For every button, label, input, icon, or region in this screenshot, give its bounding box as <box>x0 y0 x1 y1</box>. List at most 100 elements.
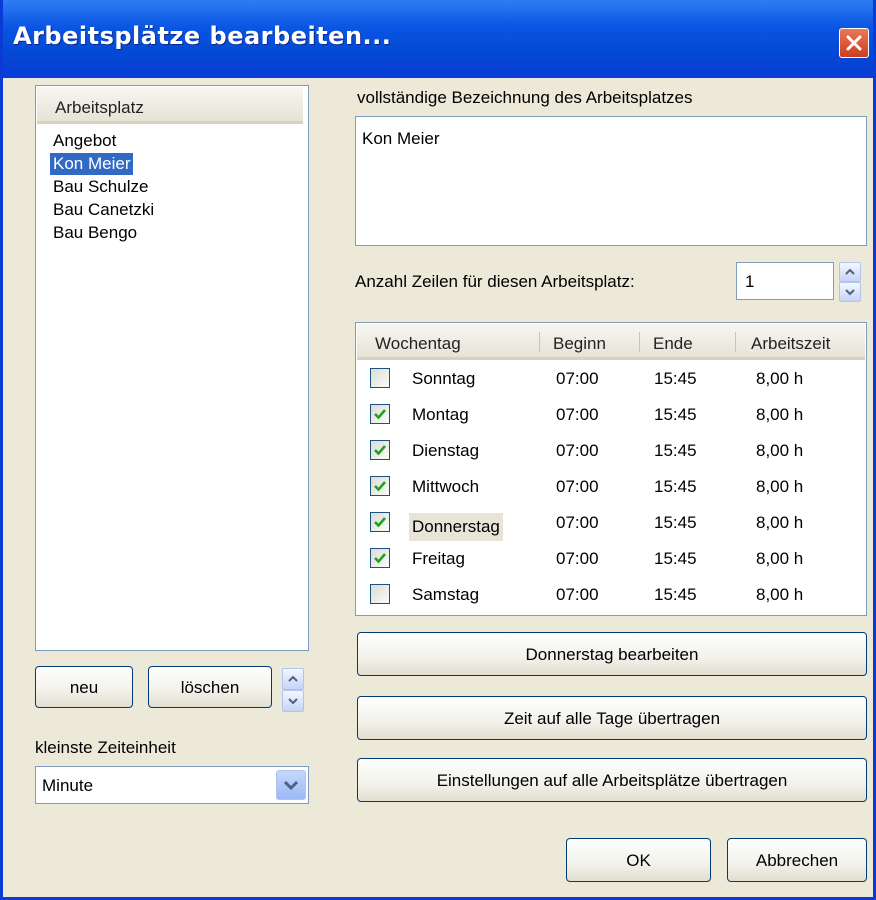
day-name: Freitag <box>412 549 465 568</box>
table-row[interactable]: Freitag 07:00 15:45 8,00 h <box>356 541 866 577</box>
end-time: 15:45 <box>654 513 697 532</box>
rows-increment-button[interactable] <box>839 262 861 282</box>
edit-day-button[interactable]: Donnerstag bearbeiten <box>357 632 867 676</box>
checkmark-icon <box>374 409 386 420</box>
table-row[interactable]: Dienstag 07:00 15:45 8,00 h <box>356 433 866 469</box>
day-checkbox[interactable] <box>370 584 390 604</box>
day-checkbox[interactable] <box>370 440 390 460</box>
close-button[interactable] <box>839 28 869 58</box>
list-item-selected[interactable]: Kon Meier <box>48 152 135 176</box>
chevron-up-icon <box>288 675 298 682</box>
start-time: 07:00 <box>556 369 599 388</box>
column-divider[interactable] <box>735 332 736 352</box>
checkmark-icon <box>374 481 386 492</box>
end-time: 15:45 <box>654 405 697 424</box>
chevron-down-icon <box>283 780 299 791</box>
ok-button-label: OK <box>626 851 651 870</box>
start-time: 07:00 <box>556 513 599 532</box>
work-hours: 8,00 h <box>756 441 804 460</box>
copy-time-button-label: Zeit auf alle Tage übertragen <box>503 709 721 728</box>
copy-settings-button-label: Einstellungen auf alle Arbeitsplätze übe… <box>436 771 788 790</box>
work-hours: 8,00 h <box>756 477 804 496</box>
column-header-weekday[interactable]: Wochentag <box>375 334 461 354</box>
copy-time-button[interactable]: Zeit auf alle Tage übertragen <box>357 696 867 740</box>
close-icon <box>846 35 862 51</box>
end-time: 15:45 <box>654 369 697 388</box>
column-divider[interactable] <box>639 332 640 352</box>
day-name: Montag <box>412 405 469 424</box>
new-button-label: neu <box>69 678 99 697</box>
work-hours: 8,00 h <box>756 513 804 532</box>
list-item[interactable]: Bau Canetzki <box>50 199 157 221</box>
day-name: Samstag <box>412 585 480 604</box>
table-row[interactable]: Donnerstag 07:00 15:45 8,00 h <box>356 505 866 541</box>
day-name: Sonntag <box>412 369 476 388</box>
column-header-worktime[interactable]: Arbeitszeit <box>751 334 830 354</box>
day-name: Mittwoch <box>412 477 480 496</box>
end-time: 15:45 <box>654 477 697 496</box>
move-up-button[interactable] <box>282 668 304 690</box>
work-hours: 8,00 h <box>756 405 804 424</box>
day-checkbox[interactable] <box>370 476 390 496</box>
workplace-list[interactable]: Arbeitsplatz Angebot Kon Meier Bau Schul… <box>35 85 309 651</box>
table-row[interactable]: Mittwoch 07:00 15:45 8,00 h <box>356 469 866 505</box>
end-time: 15:45 <box>654 549 697 568</box>
description-label: vollständige Bezeichnung des Arbeitsplat… <box>357 88 693 107</box>
new-button[interactable]: neu <box>35 666 133 708</box>
workplace-list-header[interactable]: Arbeitsplatz <box>37 87 303 124</box>
rows-decrement-button[interactable] <box>839 282 861 302</box>
chevron-down-icon <box>288 698 298 705</box>
title-bar[interactable]: Arbeitsplätze bearbeiten... <box>3 0 873 78</box>
cancel-button-label: Abbrechen <box>755 851 839 870</box>
day-checkbox[interactable] <box>370 548 390 568</box>
list-item[interactable]: Bau Bengo <box>50 222 140 244</box>
start-time: 07:00 <box>556 441 599 460</box>
start-time: 07:00 <box>556 405 599 424</box>
start-time: 07:00 <box>556 477 599 496</box>
weekday-table-header: Wochentag Beginn Ende Arbeitszeit <box>357 324 865 360</box>
description-field[interactable]: Kon Meier <box>355 116 867 246</box>
dropdown-button[interactable] <box>276 770 306 800</box>
chevron-down-icon <box>845 289 855 296</box>
time-unit-label: kleinste Zeiteinheit <box>35 738 176 757</box>
edit-day-button-label: Donnerstag bearbeiten <box>525 645 699 664</box>
work-hours: 8,00 h <box>756 585 804 604</box>
description-value: Kon Meier <box>362 129 440 148</box>
ok-button[interactable]: OK <box>566 838 711 882</box>
delete-button-label: löschen <box>180 678 240 697</box>
day-checkbox[interactable] <box>370 512 390 532</box>
table-row[interactable]: Samstag 07:00 15:45 8,00 h <box>356 577 866 613</box>
day-checkbox[interactable] <box>370 404 390 424</box>
start-time: 07:00 <box>556 585 599 604</box>
column-divider[interactable] <box>539 332 540 352</box>
delete-button[interactable]: löschen <box>148 666 272 708</box>
rows-spinner[interactable] <box>839 262 861 302</box>
chevron-up-icon <box>845 268 855 275</box>
work-hours: 8,00 h <box>756 369 804 388</box>
day-checkbox[interactable] <box>370 368 390 388</box>
column-header-end[interactable]: Ende <box>653 334 693 354</box>
list-order-spinner[interactable] <box>282 668 304 712</box>
copy-settings-button[interactable]: Einstellungen auf alle Arbeitsplätze übe… <box>357 758 867 802</box>
dialog-window: Arbeitsplätze bearbeiten... Arbeitsplatz… <box>0 0 876 900</box>
list-item[interactable]: Bau Schulze <box>50 176 151 198</box>
checkmark-icon <box>374 445 386 456</box>
rows-value: 1 <box>745 272 755 291</box>
table-row[interactable]: Montag 07:00 15:45 8,00 h <box>356 397 866 433</box>
end-time: 15:45 <box>654 441 697 460</box>
table-row[interactable]: Sonntag 07:00 15:45 8,00 h <box>356 361 866 397</box>
rows-label: Anzahl Zeilen für diesen Arbeitsplatz: <box>355 272 635 291</box>
list-item[interactable]: Angebot <box>50 130 119 152</box>
weekday-table[interactable]: Wochentag Beginn Ende Arbeitszeit Sonnta… <box>355 322 867 616</box>
rows-field[interactable]: 1 <box>736 262 834 300</box>
column-header-start[interactable]: Beginn <box>553 334 606 354</box>
start-time: 07:00 <box>556 549 599 568</box>
work-hours: 8,00 h <box>756 549 804 568</box>
time-unit-value: Minute <box>42 776 94 795</box>
move-down-button[interactable] <box>282 690 304 712</box>
time-unit-select[interactable]: Minute <box>35 766 309 804</box>
cancel-button[interactable]: Abbrechen <box>727 838 867 882</box>
workplace-list-header-label: Arbeitsplatz <box>55 98 144 117</box>
end-time: 15:45 <box>654 585 697 604</box>
checkmark-icon <box>374 517 386 528</box>
